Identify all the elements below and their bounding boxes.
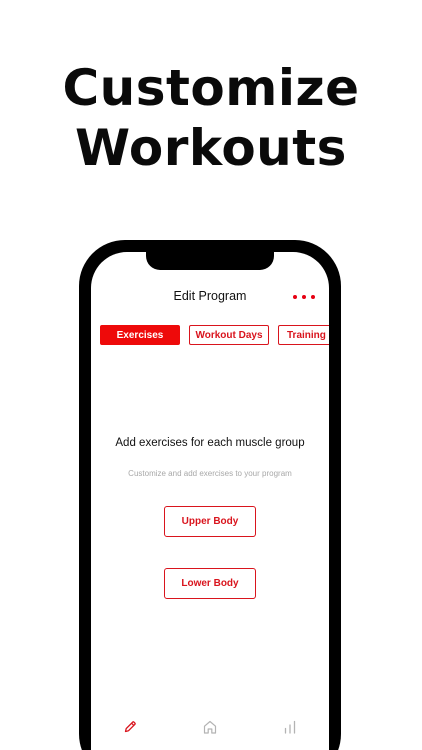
headline-line-1: Customize	[62, 59, 360, 117]
tabbar-edit[interactable]	[115, 712, 145, 742]
empty-state-subtitle: Customize and add exercises to your prog…	[128, 469, 292, 478]
upper-body-button[interactable]: Upper Body	[164, 506, 256, 537]
home-icon	[203, 720, 217, 734]
tabbar-home[interactable]	[195, 712, 225, 742]
phone-screen: Edit Program Exercises Workout Days Trai…	[91, 252, 329, 750]
lower-body-button[interactable]: Lower Body	[164, 568, 256, 599]
tabbar-stats[interactable]	[275, 712, 305, 742]
more-dot	[302, 295, 306, 299]
phone-frame: Edit Program Exercises Workout Days Trai…	[79, 240, 341, 750]
bar-chart-icon	[284, 720, 296, 734]
tab-workout-days[interactable]: Workout Days	[189, 325, 269, 345]
pencil-icon	[124, 721, 136, 733]
bottom-tab-bar	[91, 712, 329, 742]
headline-line-2: Workouts	[75, 119, 347, 177]
segment-tabs: Exercises Workout Days Training	[100, 325, 329, 347]
more-dots-icon	[293, 295, 297, 299]
phone-notch	[146, 252, 274, 270]
tab-exercises[interactable]: Exercises	[100, 325, 180, 345]
app-store-screenshot: Customize Workouts Edit Program Exercise…	[0, 0, 422, 750]
tab-training[interactable]: Training	[278, 325, 329, 345]
more-options-button[interactable]	[293, 290, 315, 304]
more-dot	[311, 295, 315, 299]
empty-state-title: Add exercises for each muscle group	[115, 437, 305, 449]
marketing-headline: Customize Workouts	[0, 58, 422, 178]
